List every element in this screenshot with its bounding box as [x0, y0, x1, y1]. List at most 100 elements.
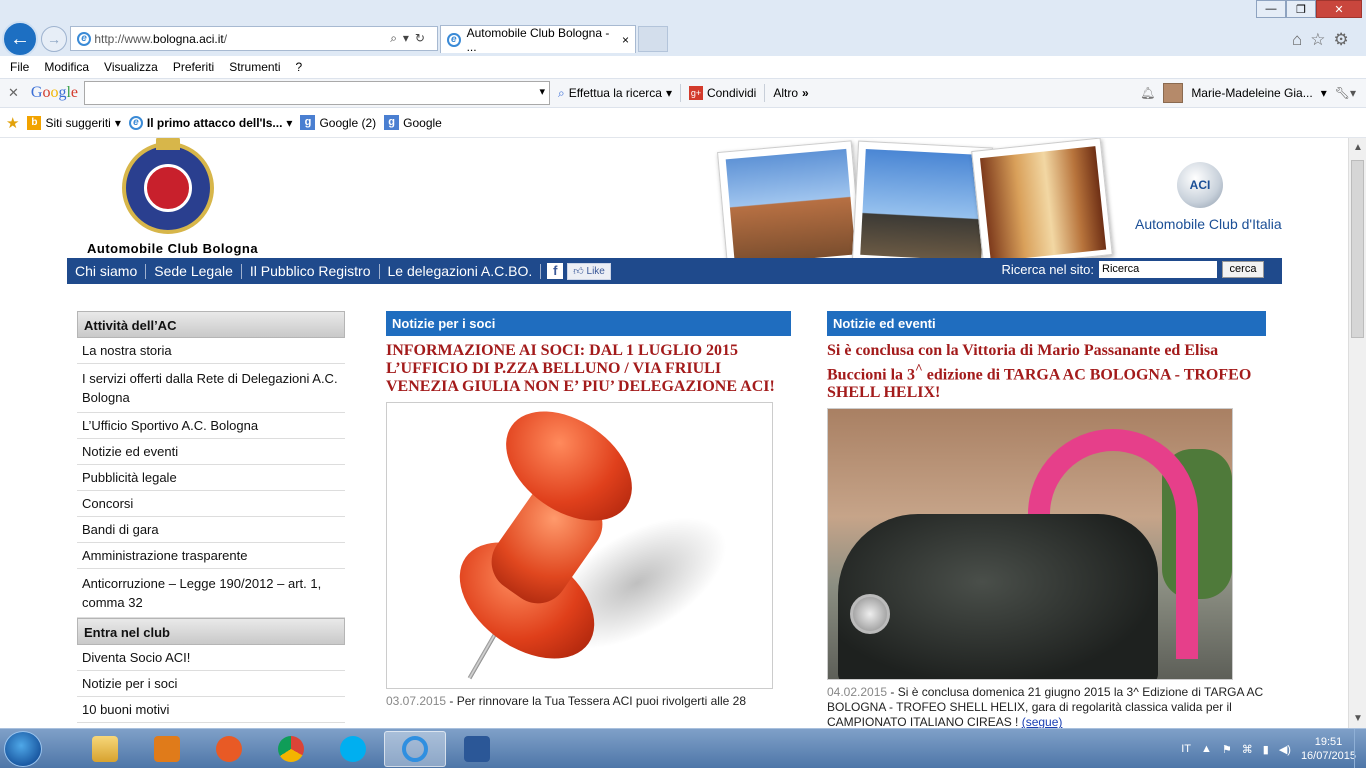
club-crest-logo[interactable]: [122, 138, 214, 234]
news-title[interactable]: INFORMAZIONE AI SOCI: DAL 1 LUGLIO 2015 …: [386, 342, 791, 396]
sidebar-item[interactable]: L’Ufficio Sportivo A.C. Bologna: [77, 413, 345, 439]
avatar[interactable]: [1163, 83, 1184, 103]
sidebar-item[interactable]: La nostra storia: [77, 338, 345, 364]
taskbar-media-player[interactable]: [198, 731, 260, 767]
taskbar-word[interactable]: [446, 731, 508, 767]
battery-icon[interactable]: ▮: [1263, 743, 1269, 756]
bing-icon: b: [27, 115, 42, 130]
flag-icon[interactable]: ⚑: [1222, 743, 1232, 756]
ie-toolbar-icons: ⌂☆⚙: [1292, 30, 1357, 50]
sidebar-item[interactable]: I servizi offerti dalla Rete di Delegazi…: [77, 364, 345, 413]
show-desktop-button[interactable]: [1354, 729, 1366, 768]
media-player-icon: [216, 736, 242, 762]
site-search-button[interactable]: cerca: [1222, 261, 1264, 278]
fav-label: Il primo attacco dell'Is...: [146, 115, 283, 130]
fav-google-2[interactable]: g Google (2): [300, 115, 376, 130]
wrench-icon[interactable]: 🔧︎▾: [1335, 86, 1356, 100]
home-icon[interactable]: ⌂: [1292, 30, 1310, 49]
browser-tab[interactable]: e Automobile Club Bologna - ... ×: [440, 25, 636, 54]
chevron-down-icon[interactable]: ▾: [1321, 86, 1327, 100]
user-name[interactable]: Marie-Madeleine Gia...: [1191, 86, 1312, 100]
share-button[interactable]: g+ Condividi: [688, 86, 756, 100]
back-button[interactable]: ←: [2, 21, 38, 57]
news-image-rally-car[interactable]: [827, 408, 1233, 681]
settings-gear-icon[interactable]: ⚙: [1334, 30, 1357, 49]
nav-chi-siamo[interactable]: Chi siamo: [67, 263, 145, 279]
taskbar-internet-explorer[interactable]: [384, 731, 446, 767]
tray-expand-icon[interactable]: ▲: [1201, 743, 1212, 755]
language-indicator[interactable]: IT: [1181, 743, 1191, 755]
sidebar-item[interactable]: Notizie ed eventi: [77, 439, 345, 465]
windows-taskbar: IT ▲ ⚑ ⌘ ▮ ◀) 19:51 16/07/2015: [0, 728, 1366, 768]
menu-visualizza[interactable]: Visualizza: [104, 60, 158, 74]
vertical-scrollbar[interactable]: ▲ ▼: [1348, 138, 1366, 728]
crest-shield: [144, 164, 192, 212]
menu-help[interactable]: ?: [296, 60, 303, 74]
search-button[interactable]: ⌕ Effettua la ricerca ▾: [558, 86, 672, 101]
taskbar-outlook[interactable]: [136, 731, 198, 767]
aci-logo[interactable]: ACI: [1177, 162, 1223, 208]
menu-preferiti[interactable]: Preferiti: [173, 60, 214, 74]
site-search-input[interactable]: Ricerca: [1099, 261, 1217, 278]
minimize-button[interactable]: —: [1256, 0, 1286, 18]
menu-file[interactable]: File: [10, 60, 29, 74]
chevron-down-icon: ▾: [665, 86, 672, 100]
ie-page-icon: e: [77, 31, 91, 46]
favorites-star-icon[interactable]: ★: [6, 114, 19, 132]
sidebar: Attività dell’AC La nostra storia I serv…: [77, 311, 345, 723]
new-tab-button[interactable]: [638, 26, 668, 52]
close-button[interactable]: ✕: [1316, 0, 1362, 18]
fav-google[interactable]: g Google: [384, 115, 442, 130]
taskbar-explorer[interactable]: [74, 731, 136, 767]
scroll-up-icon[interactable]: ▲: [1353, 142, 1363, 153]
nav-pubblico-registro[interactable]: Il Pubblico Registro: [242, 263, 379, 279]
notification-bell-icon[interactable]: 🔔︎: [1140, 86, 1155, 100]
fav-primo-attacco[interactable]: e Il primo attacco dell'Is... ▾: [128, 115, 292, 130]
menu-modifica[interactable]: Modifica: [44, 60, 89, 74]
start-button[interactable]: [4, 731, 42, 767]
volume-icon[interactable]: ◀): [1279, 743, 1291, 756]
clock[interactable]: 19:51 16/07/2015: [1301, 735, 1356, 763]
menu-strumenti[interactable]: Strumenti: [229, 60, 280, 74]
sidebar-item[interactable]: Amministrazione trasparente: [77, 543, 345, 569]
nav-sede-legale[interactable]: Sede Legale: [146, 263, 241, 279]
favorites-star-icon[interactable]: ☆: [1310, 30, 1333, 49]
sidebar-item[interactable]: Bandi di gara: [77, 517, 345, 543]
sidebar-item[interactable]: Anticorruzione – Legge 190/2012 – art. 1…: [77, 569, 345, 618]
toolbar-close-icon[interactable]: ✕: [8, 85, 19, 101]
restore-button[interactable]: ❐: [1286, 0, 1316, 18]
more-button[interactable]: Altro»: [773, 86, 808, 100]
scrollbar-thumb[interactable]: [1351, 160, 1364, 338]
sidebar-item[interactable]: Diventa Socio ACI!: [77, 645, 345, 671]
browser-titlebar: ← → e http://www. bologna.aci.it / ⌕▾↻ e A…: [0, 0, 1366, 57]
tab-close-icon[interactable]: ×: [622, 33, 629, 47]
word-icon: [464, 736, 490, 762]
chevron-down-icon: ▾: [114, 115, 121, 130]
address-bar-icons[interactable]: ⌕▾↻: [390, 31, 431, 46]
club-name[interactable]: Automobile Club Bologna: [87, 241, 258, 256]
aci-name[interactable]: Automobile Club d'Italia: [1135, 216, 1282, 232]
fav-siti-suggeriti[interactable]: b Siti suggeriti ▾: [27, 115, 121, 130]
taskbar-skype[interactable]: [322, 731, 384, 767]
news-image-pushpin[interactable]: [386, 402, 773, 689]
address-bar[interactable]: e http://www. bologna.aci.it / ⌕▾↻: [70, 26, 438, 51]
sidebar-item[interactable]: 10 buoni motivi: [77, 697, 345, 723]
ie-page-icon: e: [128, 115, 143, 130]
forward-button[interactable]: →: [41, 26, 67, 52]
facebook-icon[interactable]: f: [547, 263, 564, 279]
network-icon[interactable]: ⌘: [1242, 743, 1253, 756]
like-button[interactable]: 👍︎ Like: [567, 262, 611, 280]
search-icon: ⌕: [558, 85, 565, 100]
facebook-like[interactable]: f 👍︎ Like: [547, 262, 611, 280]
taskbar-chrome[interactable]: [260, 731, 322, 767]
sidebar-item[interactable]: Notizie per i soci: [77, 671, 345, 697]
read-more-link[interactable]: (segue): [1022, 715, 1063, 728]
google-search-input[interactable]: [84, 81, 551, 105]
nav-delegazioni[interactable]: Le delegazioni A.C.BO.: [380, 263, 541, 279]
news-title[interactable]: Si è conclusa con la Vittoria di Mario P…: [827, 342, 1266, 402]
sidebar-item[interactable]: Pubblicità legale: [77, 465, 345, 491]
sidebar-item[interactable]: Concorsi: [77, 491, 345, 517]
clock-time: 19:51: [1314, 736, 1343, 748]
column-heading: Notizie per i soci: [386, 311, 791, 336]
scroll-down-icon[interactable]: ▼: [1353, 713, 1363, 724]
